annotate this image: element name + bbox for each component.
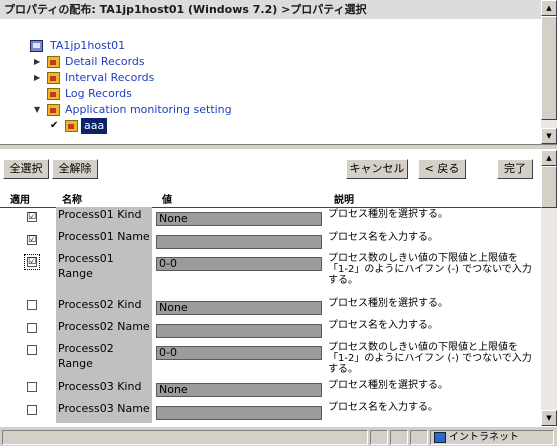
table-row: ☑ Process01 Kind None プロセス種別を選択する。 — [0, 207, 541, 229]
page-title: プロパティの配布: TA1jp1host01 (Windows 7.2) >プロ… — [0, 0, 541, 19]
status-panel — [370, 430, 388, 445]
zone-panel: イントラネット — [430, 430, 554, 445]
property-value-field[interactable]: None — [156, 212, 322, 226]
property-name: Process02 Name — [56, 319, 152, 341]
apply-checkbox[interactable]: ☑ — [27, 235, 37, 245]
property-description: プロセス種別を選択する。 — [328, 209, 448, 220]
computer-icon — [30, 40, 43, 52]
finish-button[interactable]: 完了 — [497, 159, 533, 179]
property-value-field[interactable] — [156, 406, 322, 420]
header-value: 値 — [162, 195, 172, 206]
property-description: プロセス数のしきい値の下限値と上限値を「1-2」のようにハイフン (-) でつな… — [328, 253, 532, 286]
apply-checkbox[interactable]: ☑ — [27, 212, 37, 222]
property-description: プロセス名を入力する。 — [328, 320, 438, 331]
status-panel — [410, 430, 428, 445]
scroll-up-button[interactable]: ▲ — [541, 150, 557, 166]
select-all-button[interactable]: 全選択 — [3, 159, 49, 179]
property-name: Process01 Kind — [56, 207, 152, 229]
table-row: Process02 Range 0-0 プロセス数のしきい値の下限値と上限値を「… — [0, 341, 541, 379]
scroll-thumb[interactable] — [541, 166, 557, 208]
property-name: Process03 Name — [56, 401, 152, 423]
triangle-right-icon[interactable]: ▶ — [34, 54, 44, 70]
status-text-panel — [2, 430, 368, 445]
property-value-field[interactable]: 0-0 — [156, 346, 322, 360]
property-name: Process01 Range — [56, 251, 152, 297]
property-name: Process02 Kind — [56, 297, 152, 319]
property-description: プロセス名を入力する。 — [328, 232, 438, 243]
property-name: Process02 Range — [56, 341, 152, 379]
zone-label: イントラネット — [449, 432, 519, 443]
tree-pane: プロパティの配布: TA1jp1host01 (Windows 7.2) >プロ… — [0, 0, 541, 144]
checkmark-icon: ✔ — [50, 120, 59, 131]
header-apply: 適用 — [10, 195, 30, 206]
folder-icon — [47, 88, 60, 100]
table-row: Process02 Name プロセス名を入力する。 — [0, 319, 541, 341]
apply-checkbox[interactable] — [27, 345, 37, 355]
property-value-field[interactable]: 0-0 — [156, 257, 322, 271]
cancel-button[interactable]: キャンセル — [346, 159, 408, 179]
triangle-right-icon[interactable]: ▶ — [34, 70, 44, 86]
folder-icon — [47, 56, 60, 68]
bottom-scrollbar[interactable]: ▲ ▼ — [541, 150, 557, 426]
button-row: 全選択 全解除 キャンセル < 戻る 完了 — [0, 153, 541, 181]
property-value-field[interactable] — [156, 324, 322, 338]
folder-icon — [47, 104, 60, 116]
table-row: ☑ Process01 Range 0-0 プロセス数のしきい値の下限値と上限値… — [0, 251, 541, 297]
property-name: Process03 Kind — [56, 379, 152, 401]
status-panel — [390, 430, 408, 445]
back-button[interactable]: < 戻る — [418, 159, 466, 179]
scroll-up-button[interactable]: ▲ — [541, 0, 557, 16]
property-description: プロセス数のしきい値の下限値と上限値を「1-2」のようにハイフン (-) でつな… — [328, 342, 532, 375]
scroll-down-button[interactable]: ▼ — [541, 410, 557, 426]
header-name: 名称 — [62, 195, 82, 206]
table-row: Process02 Kind None プロセス種別を選択する。 — [0, 297, 541, 319]
folder-icon — [47, 72, 60, 84]
apply-checkbox[interactable] — [27, 382, 37, 392]
status-bar: イントラネット — [0, 426, 557, 446]
apply-checkbox[interactable] — [27, 323, 37, 333]
property-description: プロセス種別を選択する。 — [328, 298, 448, 309]
property-value-field[interactable] — [156, 235, 322, 249]
property-description: プロセス名を入力する。 — [328, 402, 438, 413]
folder-icon — [65, 120, 78, 132]
apply-checkbox[interactable] — [27, 300, 37, 310]
top-scrollbar[interactable]: ▲ ▼ — [541, 0, 557, 144]
property-value-field[interactable]: None — [156, 383, 322, 397]
property-pane: 全選択 全解除 キャンセル < 戻る 完了 適用 名称 値 説明 ☑ Proce… — [0, 150, 541, 426]
property-description: プロセス種別を選択する。 — [328, 380, 448, 391]
table-row: Process03 Name プロセス名を入力する。 — [0, 401, 541, 423]
apply-checkbox[interactable] — [27, 405, 37, 415]
table-header: 適用 名称 値 説明 — [0, 194, 541, 208]
triangle-down-icon[interactable]: ▼ — [34, 102, 44, 118]
property-name: Process01 Name — [56, 229, 152, 251]
property-value-field[interactable]: None — [156, 301, 322, 315]
header-description: 説明 — [334, 195, 354, 206]
intranet-icon — [434, 432, 446, 443]
scroll-thumb[interactable] — [541, 16, 557, 120]
table-row: Process03 Kind None プロセス種別を選択する。 — [0, 379, 541, 401]
deselect-all-button[interactable]: 全解除 — [52, 159, 98, 179]
scroll-down-button[interactable]: ▼ — [541, 128, 557, 144]
apply-checkbox[interactable]: ☑ — [24, 254, 40, 270]
table-row: ☑ Process01 Name プロセス名を入力する。 — [0, 229, 541, 251]
